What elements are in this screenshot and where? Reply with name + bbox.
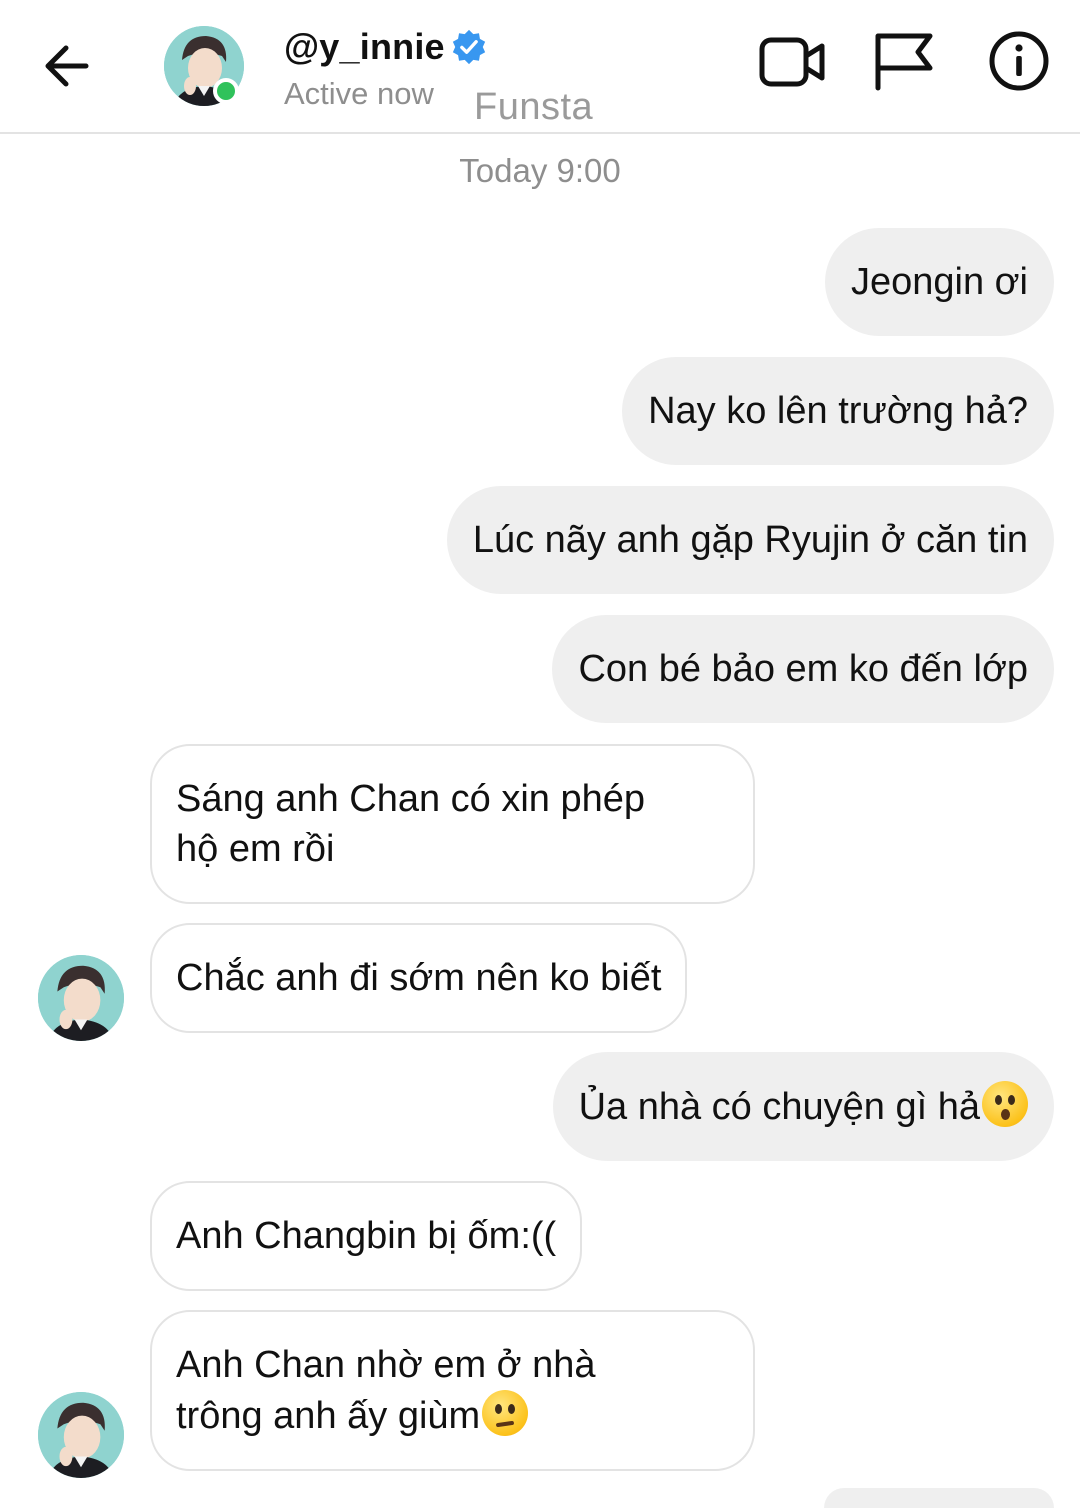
message-text: Jeongin ơi — [850, 261, 1028, 303]
message-text: Nay ko lên trường hả? — [648, 390, 1028, 432]
message-text-line: Anh Chan nhờ em ở nhà — [176, 1344, 596, 1386]
outgoing-message-partial[interactable] — [824, 1488, 1054, 1508]
back-arrow-icon[interactable] — [40, 38, 94, 94]
incoming-message[interactable]: Anh Chan nhờ em ở nhà trông anh ấy giùm — [150, 1310, 755, 1471]
profile-photo — [38, 955, 124, 1041]
message-text-line: Sáng anh Chan có xin phép — [176, 778, 646, 820]
incoming-message[interactable]: Sáng anh Chan có xin phép hộ em rồi — [150, 744, 755, 904]
message-text: Anh Changbin bị ốm:(( — [176, 1215, 557, 1257]
flag-icon[interactable] — [872, 30, 936, 92]
hushed-face-emoji — [982, 1081, 1028, 1127]
chat-header: @y_innie Active now Funsta — [0, 0, 1080, 134]
contact-avatar-small[interactable] — [38, 1392, 124, 1478]
profile-photo — [38, 1392, 124, 1478]
video-call-icon[interactable] — [758, 34, 828, 90]
incoming-message[interactable]: Chắc anh đi sớm nên ko biết — [150, 923, 688, 1033]
incoming-message[interactable]: Anh Changbin bị ốm:(( — [150, 1181, 583, 1291]
confused-face-emoji — [482, 1390, 529, 1436]
message-text-line: hộ em rồi — [176, 828, 335, 870]
account-label: Funsta — [474, 86, 594, 128]
outgoing-message[interactable]: Lúc nãy anh gặp Ryujin ở căn tin — [446, 486, 1054, 594]
message-text: Ủa nhà có chuyện gì hả — [578, 1086, 980, 1128]
contact-avatar-small[interactable] — [38, 955, 124, 1041]
message-text: Chắc anh đi sớm nên ko biết — [176, 957, 662, 999]
outgoing-message[interactable]: Nay ko lên trường hả? — [622, 357, 1054, 465]
info-icon[interactable] — [988, 30, 1050, 92]
conversation-timestamp: Today 9:00 — [459, 152, 621, 189]
outgoing-message[interactable]: Con bé bảo em ko đến lớp — [552, 615, 1054, 723]
outgoing-message[interactable]: Ủa nhà có chuyện gì hả — [552, 1052, 1054, 1161]
active-status: Active now — [284, 76, 434, 111]
online-indicator — [213, 78, 239, 104]
contact-username[interactable]: @y_innie — [284, 26, 445, 68]
message-text: Lúc nãy anh gặp Ryujin ở căn tin — [472, 519, 1028, 561]
message-text: Con bé bảo em ko đến lớp — [578, 648, 1028, 690]
message-text-line: trông anh ấy giùm — [176, 1395, 481, 1437]
outgoing-message[interactable]: Jeongin ơi — [824, 228, 1054, 336]
verified-badge-icon — [452, 29, 486, 65]
